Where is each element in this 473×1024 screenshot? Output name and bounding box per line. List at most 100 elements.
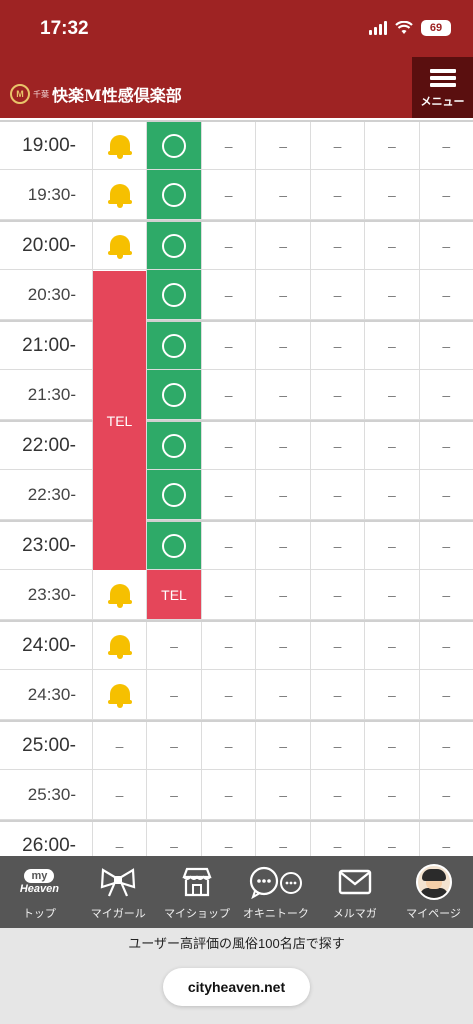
nav-item-myshop[interactable]: マイショップ — [158, 856, 237, 928]
dash-text: – — [224, 237, 233, 254]
time-slot-label: 24:30- — [0, 670, 93, 719]
time-slot-label: 20:00- — [0, 222, 93, 269]
dash-text: – — [279, 837, 287, 854]
avatar-icon — [415, 864, 452, 900]
day-cell: – — [365, 122, 420, 169]
day-cell: – — [420, 322, 473, 369]
availability-cell[interactable] — [147, 222, 202, 269]
dash-text: – — [442, 137, 451, 154]
day-cell: – — [202, 222, 257, 269]
dash-text: – — [279, 537, 287, 554]
bell-icon — [107, 682, 132, 708]
nav-label: マイページ — [406, 908, 461, 920]
dash-text: – — [388, 486, 396, 503]
dash-text: – — [333, 486, 342, 503]
dash-text: – — [388, 586, 396, 603]
tel-block[interactable]: TEL — [93, 271, 147, 570]
dash-text: – — [224, 637, 233, 654]
available-circle-icon — [162, 482, 186, 507]
dash-text: – — [442, 486, 451, 503]
dash-text: – — [442, 286, 451, 303]
day-cell: – — [256, 370, 311, 419]
availability-cell[interactable] — [147, 170, 202, 219]
nav-item-mypage[interactable]: マイページ — [394, 856, 473, 928]
availability-cell[interactable] — [147, 422, 202, 469]
wifi-icon — [395, 21, 413, 34]
schedule-row: 23:30- TEL – – – – – — [0, 570, 473, 620]
schedule-row: 19:30- – – – – – — [0, 170, 473, 220]
day-cell: – — [202, 470, 257, 519]
available-circle-icon — [162, 533, 186, 558]
ribbon-icon — [101, 868, 136, 897]
bell-icon — [107, 133, 132, 159]
day-cell: – — [365, 570, 420, 619]
notify-cell[interactable] — [93, 570, 147, 619]
day-cell: – — [420, 122, 473, 169]
available-circle-icon — [162, 382, 186, 407]
dash-text: – — [388, 286, 396, 303]
dash-text: – — [442, 386, 451, 403]
day-cell: – — [420, 370, 473, 419]
day-cell: – — [256, 122, 311, 169]
dash-text: – — [115, 786, 124, 803]
menu-button[interactable]: メニュー — [412, 57, 473, 118]
day-cell: – — [420, 770, 473, 819]
nav-item-okinitalk[interactable]: オキニトーク — [236, 856, 315, 928]
day-cell: – — [420, 470, 473, 519]
url-bar[interactable]: cityheaven.net — [163, 968, 310, 1006]
nav-item-mygirl[interactable]: マイガール — [79, 856, 158, 928]
available-circle-icon — [162, 433, 186, 458]
availability-cell[interactable] — [147, 270, 202, 319]
dash-text: – — [333, 286, 342, 303]
day-cell: – — [202, 722, 257, 769]
day-cell: – — [256, 770, 311, 819]
dash-text: – — [333, 837, 342, 854]
time-slot-label: 19:30- — [0, 170, 93, 219]
day-cell: – — [311, 770, 366, 819]
day-cell: – — [311, 222, 366, 269]
dash-text: – — [224, 737, 233, 754]
footer-promo-text[interactable]: ユーザー高評価の風俗100名店で探す — [0, 933, 473, 952]
day-cell: – — [365, 422, 420, 469]
mail-icon — [338, 869, 371, 895]
dash-text: – — [442, 337, 451, 354]
dash-text: – — [279, 786, 287, 803]
notify-cell[interactable] — [93, 170, 147, 219]
day-cell: – — [202, 670, 257, 719]
nav-item-mailmag[interactable]: メルマガ — [315, 856, 394, 928]
nav-item-top[interactable]: my Heaven トップ — [0, 856, 79, 928]
bell-icon — [107, 582, 132, 608]
dash-text: – — [442, 237, 451, 254]
notify-cell: – — [93, 722, 147, 769]
availability-cell[interactable] — [147, 470, 202, 519]
available-circle-icon — [162, 333, 186, 358]
dash-text: – — [388, 237, 396, 254]
available-circle-icon — [162, 182, 186, 207]
schedule-row: 25:00- – – – – – – – — [0, 720, 473, 770]
availability-cell[interactable] — [147, 122, 202, 169]
notify-cell[interactable] — [93, 622, 147, 669]
day-cell: – — [256, 670, 311, 719]
availability-cell[interactable] — [147, 370, 202, 419]
day-cell: – — [365, 470, 420, 519]
time-slot-label: 22:00- — [0, 422, 93, 469]
notify-cell[interactable] — [93, 122, 147, 169]
notify-cell[interactable] — [93, 670, 147, 719]
availability-cell: – — [147, 722, 202, 769]
shop-logo[interactable]: M 千葉 快楽M性感倶楽部 — [10, 82, 182, 106]
dash-text: – — [224, 337, 233, 354]
availability-cell[interactable] — [147, 522, 202, 569]
day-cell: – — [311, 622, 366, 669]
day-cell: – — [365, 222, 420, 269]
time-slot-label: 20:30- — [0, 270, 93, 319]
day-cell: – — [420, 222, 473, 269]
signal-icon — [369, 21, 387, 35]
availability-cell[interactable] — [147, 322, 202, 369]
availability-cell: – — [147, 822, 202, 856]
notify-cell[interactable] — [93, 222, 147, 269]
dash-text: – — [442, 786, 451, 803]
logo-mark-icon: M — [10, 84, 30, 104]
availability-cell[interactable]: TEL — [147, 570, 202, 619]
day-cell: – — [202, 622, 257, 669]
notify-cell: – — [93, 770, 147, 819]
